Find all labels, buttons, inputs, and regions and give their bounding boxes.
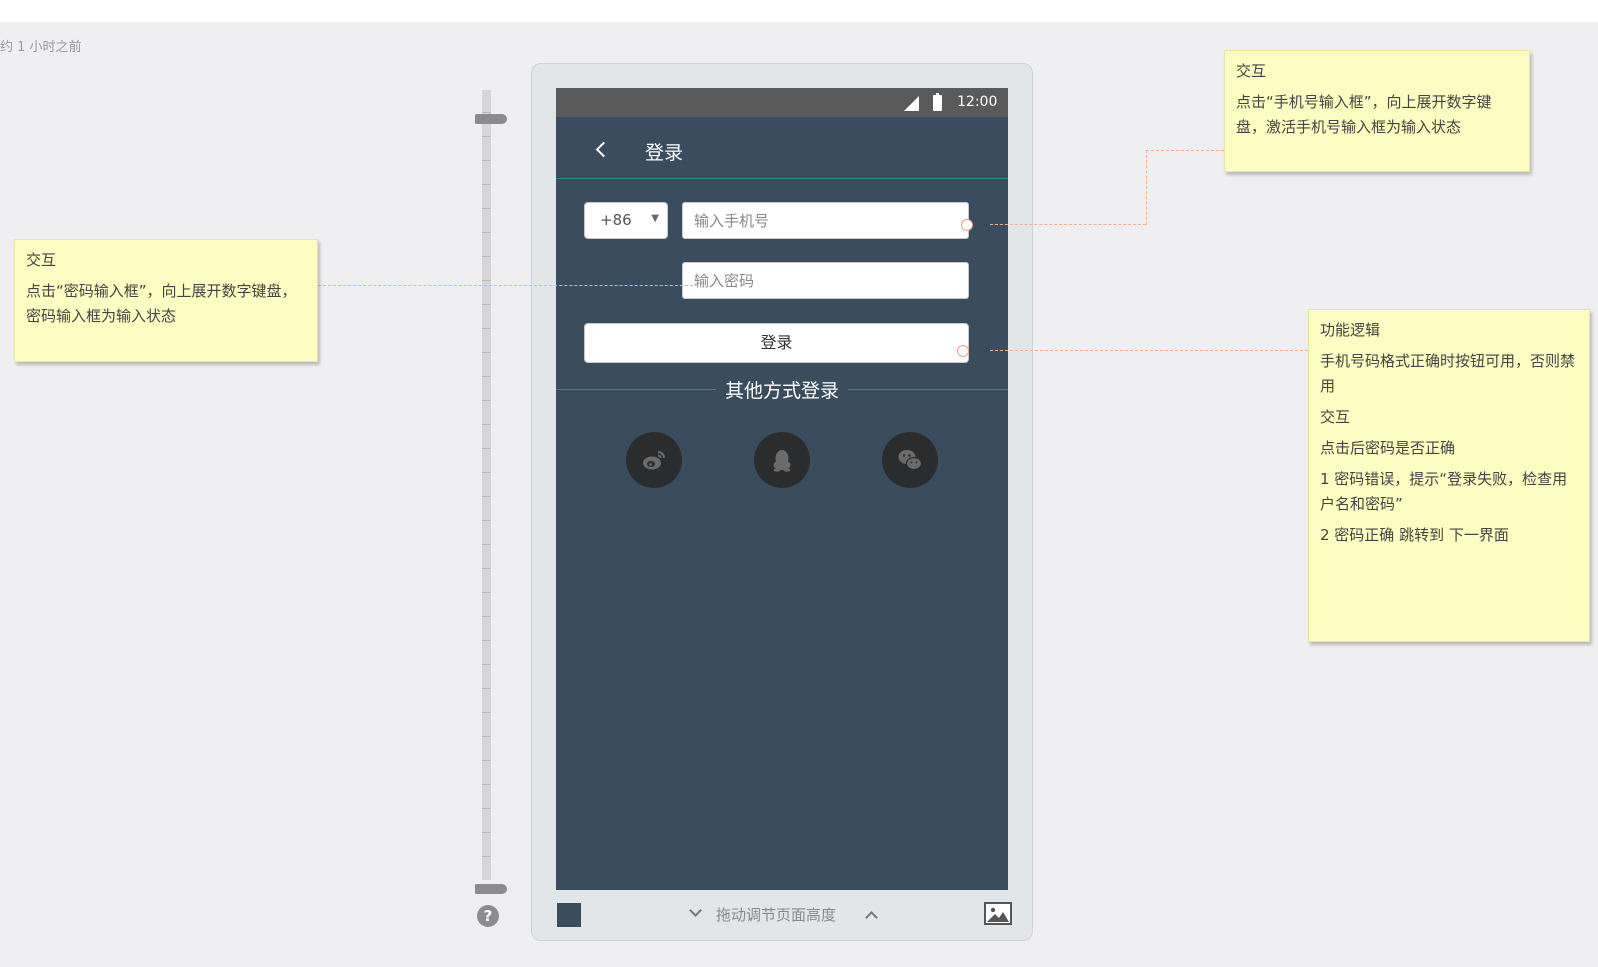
- note-line: 2 密码正确 跳转到 下一界面: [1320, 526, 1509, 544]
- dropdown-arrow-icon: ▼: [651, 213, 659, 224]
- back-icon[interactable]: [595, 141, 612, 158]
- ruler-tick: [482, 832, 491, 833]
- ruler-tick: [482, 784, 491, 785]
- ruler-bottom-handle[interactable]: [475, 884, 507, 894]
- image-icon[interactable]: [984, 902, 1012, 925]
- other-login-divider-right: [848, 389, 1008, 390]
- ruler-tick: [482, 760, 491, 761]
- ruler-tick: [482, 160, 491, 161]
- note-title: 交互: [1236, 62, 1267, 80]
- ruler-tick: [482, 448, 491, 449]
- note-body: 点击“密码输入框”，向上展开数字键盘，密码输入框为输入状态: [26, 282, 297, 325]
- ruler-tick: [482, 544, 491, 545]
- ruler-tick: [482, 592, 491, 593]
- note-phone-interaction[interactable]: 交互 点击“手机号输入框”，向上展开数字键盘，激活手机号输入框为输入状态: [1224, 50, 1530, 172]
- annotation-anchor[interactable]: [961, 219, 973, 231]
- connector-line: [990, 224, 1146, 225]
- timestamp: 约 1 小时之前: [0, 40, 82, 55]
- ruler-tick: [482, 328, 491, 329]
- note-login-logic[interactable]: 功能逻辑 手机号码格式正确时按钮可用，否则禁用 交互 点击后密码是否正确 1 密…: [1308, 309, 1590, 642]
- ruler-tick: [482, 184, 491, 185]
- ruler-tick: [482, 856, 491, 857]
- ruler-tick: [482, 136, 491, 137]
- wechat-icon: [898, 450, 923, 471]
- country-code-value: +86: [600, 211, 632, 229]
- ruler-tick: [482, 424, 491, 425]
- help-icon[interactable]: ?: [477, 905, 499, 927]
- connector-line: [990, 350, 1308, 351]
- ruler-tick: [482, 712, 491, 713]
- login-button[interactable]: 登录: [584, 323, 969, 363]
- header-divider: [556, 178, 1008, 179]
- phone-input[interactable]: 输入手机号: [682, 202, 969, 239]
- ruler-tick: [482, 688, 491, 689]
- top-bar: [0, 0, 1598, 22]
- ruler-tick: [482, 472, 491, 473]
- landscape-icon: [987, 907, 1009, 922]
- page-title: 登录: [645, 142, 684, 164]
- note-password-interaction[interactable]: 交互 点击“密码输入框”，向上展开数字键盘，密码输入框为输入状态: [14, 239, 318, 362]
- ruler-tick: [482, 256, 491, 257]
- note-interaction-title: 交互: [1320, 408, 1351, 426]
- ruler-tick: [482, 400, 491, 401]
- ruler-tick: [482, 664, 491, 665]
- note-title: 交互: [26, 251, 57, 269]
- drag-height-label: 拖动调节页面高度: [716, 906, 837, 924]
- ruler-tick: [482, 640, 491, 641]
- ruler-tick: [482, 808, 491, 809]
- ruler-tick: [482, 112, 491, 113]
- qq-icon: [773, 450, 791, 472]
- ruler-tick: [482, 352, 491, 353]
- ruler-tick: [482, 232, 491, 233]
- wechat-login-button[interactable]: [882, 432, 938, 488]
- weibo-login-button[interactable]: [626, 432, 682, 488]
- ruler-top-handle[interactable]: [475, 114, 507, 124]
- qq-login-button[interactable]: [754, 432, 810, 488]
- battery-icon: [933, 93, 942, 111]
- ruler-tick: [482, 568, 491, 569]
- ruler-tick: [482, 376, 491, 377]
- ruler-tick: [482, 496, 491, 497]
- note-logic-body: 手机号码格式正确时按钮可用，否则禁用: [1320, 352, 1576, 395]
- page-height-ruler[interactable]: [482, 90, 491, 880]
- ruler-tick: [482, 736, 491, 737]
- status-time: 12:00: [957, 94, 998, 110]
- ruler-tick: [482, 520, 491, 521]
- weibo-icon: [643, 451, 665, 470]
- note-line: 点击后密码是否正确: [1320, 439, 1456, 457]
- signal-icon: [904, 96, 919, 111]
- note-line: 1 密码错误，提示“登录失败，检查用户名和密码”: [1320, 470, 1568, 513]
- connector-line: [318, 285, 698, 286]
- annotation-anchor[interactable]: [957, 345, 969, 357]
- status-bar: 12:00: [556, 88, 1008, 117]
- note-body: 点击“手机号输入框”，向上展开数字键盘，激活手机号输入框为输入状态: [1236, 93, 1492, 136]
- ruler-tick: [482, 304, 491, 305]
- country-code-select[interactable]: +86 ▼: [584, 202, 668, 239]
- connector-line: [1146, 150, 1224, 151]
- background-color-swatch[interactable]: [557, 903, 581, 927]
- ruler-tick: [482, 280, 491, 281]
- password-input[interactable]: 输入密码: [682, 262, 969, 299]
- ruler-tick: [482, 208, 491, 209]
- phone-screen: 12:00 登录 +86 ▼ 输入手机号 输入密码 登录 其他方式登录: [556, 88, 1008, 890]
- note-logic-title: 功能逻辑: [1320, 321, 1381, 339]
- ruler-tick: [482, 616, 491, 617]
- connector-line: [1146, 150, 1147, 225]
